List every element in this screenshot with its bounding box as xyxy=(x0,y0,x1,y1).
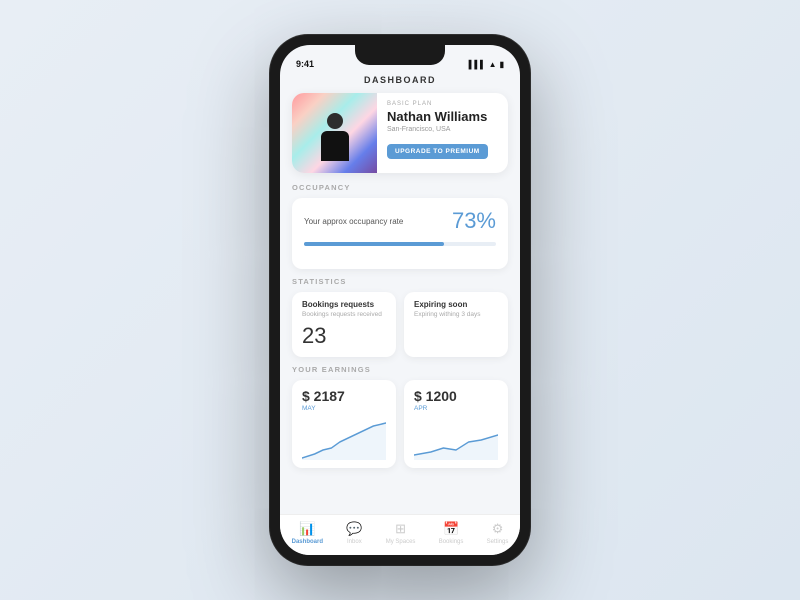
bookings-icon: 📅 xyxy=(443,521,459,537)
profile-card: BASIC PLAN Nathan Williams San-Francisco… xyxy=(292,93,508,173)
my-spaces-icon: ⊞ xyxy=(395,521,406,537)
settings-icon: ⚙ xyxy=(492,521,504,537)
occupancy-row: Your approx occupancy rate 73% xyxy=(304,208,496,234)
dashboard-header: DASHBOARD xyxy=(280,71,520,93)
occupancy-section: OCCUPANCY Your approx occupancy rate 73% xyxy=(292,183,508,269)
signal-icon: ▌▌▌ xyxy=(469,60,486,69)
status-time: 9:41 xyxy=(296,59,314,69)
earnings-amount-1: $ 2187 xyxy=(302,388,386,404)
bookings-stat-card: Bookings requests Bookings requests rece… xyxy=(292,292,396,357)
earnings-chart-1 xyxy=(302,420,386,460)
phone-screen: 9:41 ▌▌▌ ▲ ▮ DASHBOARD xyxy=(280,45,520,555)
person-body xyxy=(321,131,349,161)
nav-item-settings[interactable]: ⚙ Settings xyxy=(487,521,509,545)
dashboard-title: DASHBOARD xyxy=(364,75,436,85)
screen-content: DASHBOARD BASIC PLAN Nathan Williams San… xyxy=(280,71,520,514)
profile-location: San-Francisco, USA xyxy=(387,126,498,133)
progress-bar-fill xyxy=(304,242,444,246)
earnings-amount-2: $ 1200 xyxy=(414,388,498,404)
occupancy-section-title: OCCUPANCY xyxy=(292,183,508,192)
nav-item-my-spaces[interactable]: ⊞ My Spaces xyxy=(386,521,416,545)
earnings-chart-svg-2 xyxy=(414,420,498,460)
nav-label-bookings: Bookings xyxy=(439,539,464,545)
progress-bar xyxy=(304,242,496,246)
battery-icon: ▮ xyxy=(500,60,504,69)
nav-label-dashboard: Dashboard xyxy=(292,539,323,545)
occupancy-card: Your approx occupancy rate 73% xyxy=(292,198,508,269)
bookings-label-sub: Bookings requests received xyxy=(302,311,386,319)
status-icons: ▌▌▌ ▲ ▮ xyxy=(469,60,504,69)
earnings-section-title: YOUR EARNINGS xyxy=(292,365,508,374)
earnings-period-2: APR xyxy=(414,405,498,412)
person-head xyxy=(327,113,343,129)
nav-label-my-spaces: My Spaces xyxy=(386,539,416,545)
expiring-stat-card: Expiring soon Expiring withing 3 days xyxy=(404,292,508,357)
earnings-section: YOUR EARNINGS $ 2187 MAY $ 1200 xyxy=(292,365,508,468)
phone-notch xyxy=(355,45,445,65)
nav-item-dashboard[interactable]: 📊 Dashboard xyxy=(292,521,323,545)
wifi-icon: ▲ xyxy=(489,60,497,69)
earnings-card-1: $ 2187 MAY xyxy=(292,380,396,468)
phone-shell: 9:41 ▌▌▌ ▲ ▮ DASHBOARD xyxy=(270,35,530,565)
earnings-chart-svg-1 xyxy=(302,420,386,460)
occupancy-percentage: 73% xyxy=(452,208,496,234)
nav-item-inbox[interactable]: 💬 Inbox xyxy=(346,521,362,545)
profile-name: Nathan Williams xyxy=(387,109,498,125)
nav-label-settings: Settings xyxy=(487,539,509,545)
stats-row: Bookings requests Bookings requests rece… xyxy=(292,292,508,357)
nav-label-inbox: Inbox xyxy=(347,539,362,545)
profile-person-silhouette xyxy=(316,113,354,173)
bookings-label-main: Bookings requests xyxy=(302,300,386,309)
expiring-label-main: Expiring soon xyxy=(414,300,498,309)
profile-image xyxy=(292,93,377,173)
earnings-chart-2 xyxy=(414,420,498,460)
earnings-row: $ 2187 MAY $ 1200 APR xyxy=(292,380,508,468)
upgrade-button[interactable]: UPGRADE TO PREMIUM xyxy=(387,144,488,159)
statistics-section: STATISTICS Bookings requests Bookings re… xyxy=(292,277,508,357)
inbox-icon: 💬 xyxy=(346,521,362,537)
nav-item-bookings[interactable]: 📅 Bookings xyxy=(439,521,464,545)
profile-info: BASIC PLAN Nathan Williams San-Francisco… xyxy=(377,93,508,173)
dashboard-icon: 📊 xyxy=(299,521,315,537)
plan-badge: BASIC PLAN xyxy=(387,101,498,107)
profile-image-bg xyxy=(292,93,377,173)
occupancy-label: Your approx occupancy rate xyxy=(304,217,403,226)
statistics-section-title: STATISTICS xyxy=(292,277,508,286)
bottom-nav: 📊 Dashboard 💬 Inbox ⊞ My Spaces 📅 Bookin… xyxy=(280,514,520,555)
earnings-card-2: $ 1200 APR xyxy=(404,380,508,468)
expiring-label-sub: Expiring withing 3 days xyxy=(414,311,498,319)
earnings-period-1: MAY xyxy=(302,405,386,412)
bookings-value: 23 xyxy=(302,323,386,349)
